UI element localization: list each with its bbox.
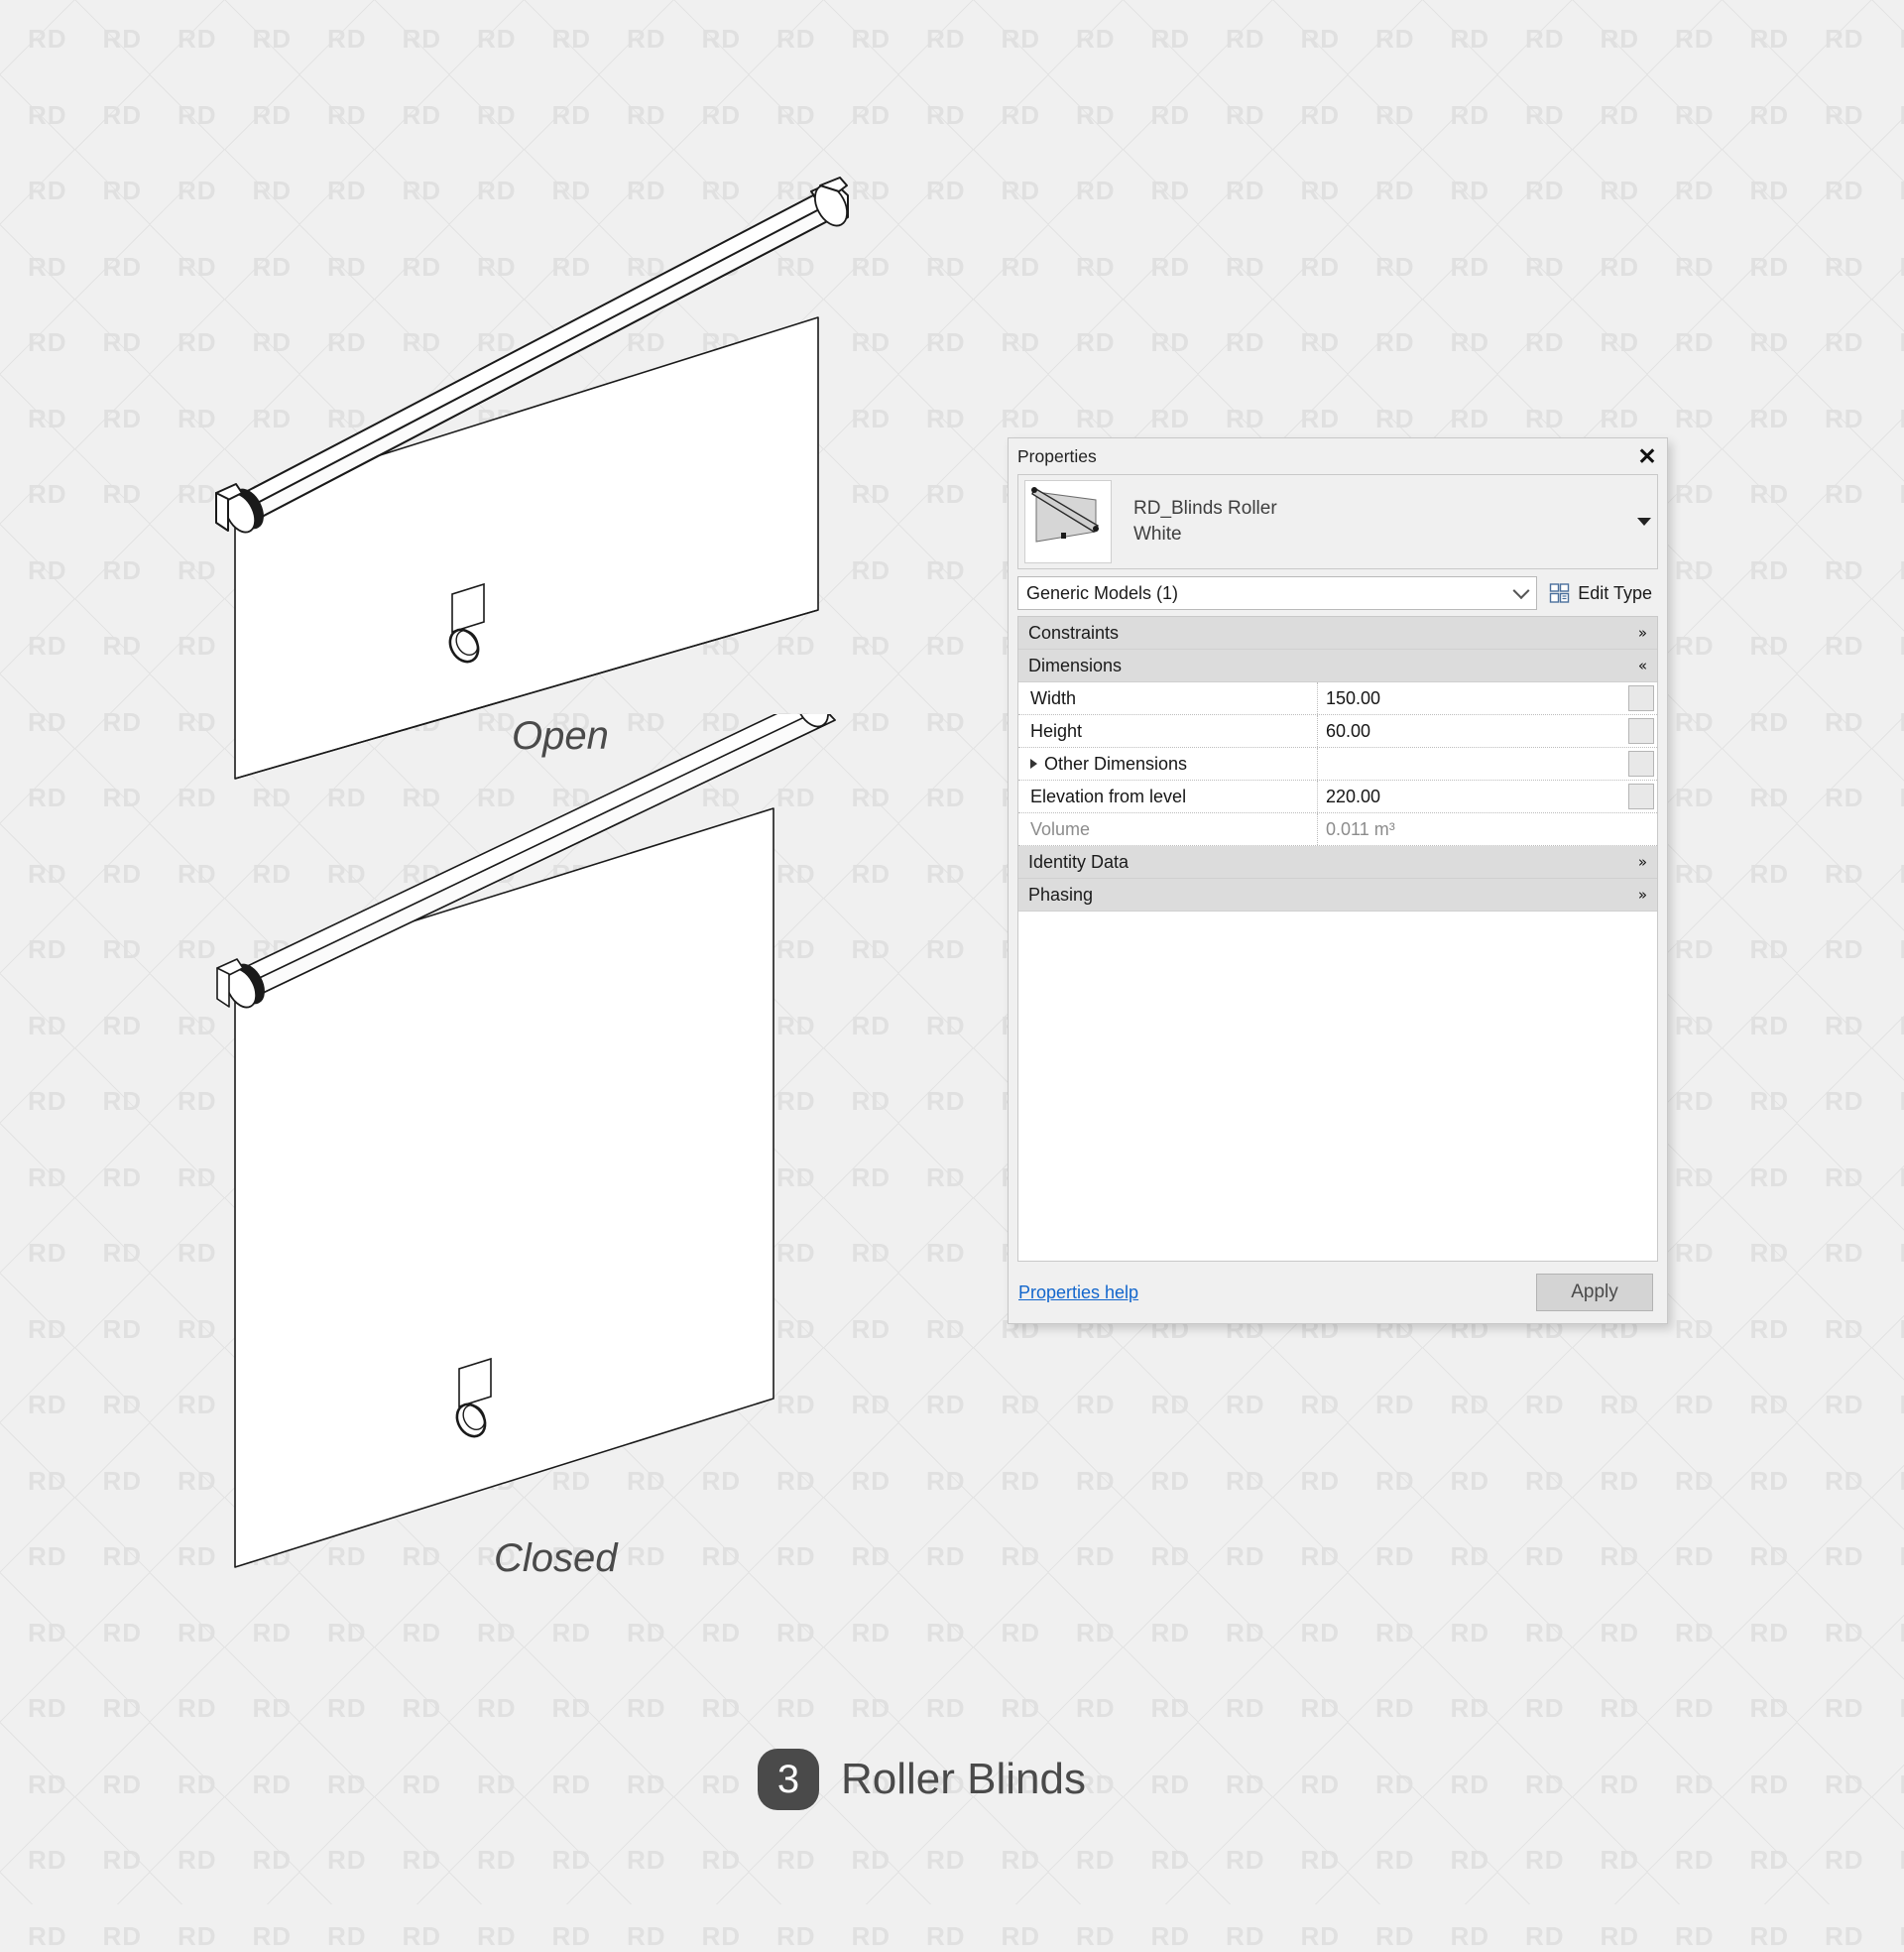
type-family-name: RD_Blinds Roller	[1133, 498, 1277, 520]
page-number-badge: 3	[758, 1749, 819, 1810]
chevron-double-down-icon: »	[1637, 852, 1647, 871]
table-row[interactable]: Width 150.00	[1018, 682, 1657, 715]
category-select-value: Generic Models (1)	[1026, 582, 1179, 603]
type-name-block: RD_Blinds Roller White	[1133, 496, 1631, 547]
type-variant-name: White	[1133, 524, 1182, 545]
param-label: Other Dimensions	[1044, 753, 1188, 774]
apply-button[interactable]: Apply	[1536, 1274, 1653, 1311]
param-value-input[interactable]	[1318, 748, 1628, 780]
category-select[interactable]: Generic Models (1)	[1017, 576, 1538, 610]
param-associate-button[interactable]	[1628, 718, 1654, 744]
section-header-identity-data[interactable]: Identity Data »	[1018, 846, 1657, 879]
properties-title: Properties	[1017, 445, 1097, 466]
edit-type-button[interactable]: Edit Type	[1537, 576, 1658, 610]
table-row[interactable]: Elevation from level 220.00	[1018, 781, 1657, 813]
chevron-double-down-icon: »	[1637, 623, 1647, 642]
type-dropdown-arrow-icon[interactable]	[1631, 475, 1657, 568]
section-label-identity-data: Identity Data	[1028, 851, 1130, 872]
properties-titlebar: Properties ✕	[1009, 438, 1667, 474]
param-associate-button[interactable]	[1628, 685, 1654, 711]
triangle-right-icon	[1030, 759, 1037, 769]
roller-blind-closed-illustration	[216, 714, 836, 1568]
properties-palette: Properties ✕ RD_Blinds Roller White Gene…	[1008, 437, 1668, 1324]
section-label-dimensions: Dimensions	[1028, 655, 1123, 675]
properties-help-link[interactable]: Properties help	[1018, 1282, 1138, 1303]
chevron-double-up-icon: «	[1637, 656, 1647, 674]
close-icon[interactable]: ✕	[1633, 442, 1661, 470]
edit-type-label: Edit Type	[1578, 582, 1652, 603]
section-label-constraints: Constraints	[1028, 622, 1120, 643]
chevron-down-icon	[1512, 582, 1530, 600]
properties-footer: Properties help Apply	[1009, 1262, 1667, 1323]
param-button-placeholder	[1628, 816, 1654, 842]
param-value-input[interactable]: 220.00	[1318, 781, 1628, 812]
param-value-input[interactable]: 60.00	[1318, 715, 1628, 747]
parameters-area: Constraints » Dimensions « Width 150.00 …	[1017, 616, 1658, 1262]
type-preview-selector[interactable]: RD_Blinds Roller White	[1017, 474, 1658, 569]
section-header-dimensions[interactable]: Dimensions «	[1018, 650, 1657, 682]
param-value-input[interactable]: 150.00	[1318, 682, 1628, 714]
section-header-phasing[interactable]: Phasing »	[1018, 879, 1657, 912]
param-associate-button[interactable]	[1628, 784, 1654, 809]
page-title-block: 3 Roller Blinds	[758, 1749, 1086, 1810]
edit-type-icon	[1550, 583, 1570, 603]
roller-blind-thumbnail-icon	[1031, 486, 1099, 543]
table-row[interactable]: Other Dimensions	[1018, 748, 1657, 781]
view-label-closed: Closed	[494, 1536, 618, 1580]
param-group-toggle[interactable]: Other Dimensions	[1018, 748, 1318, 780]
section-header-constraints[interactable]: Constraints »	[1018, 617, 1657, 650]
table-row: Volume 0.011 m³	[1018, 813, 1657, 846]
param-label: Volume	[1018, 813, 1318, 845]
roller-blind-open-illustration	[215, 177, 849, 780]
chevron-double-down-icon: »	[1637, 885, 1647, 904]
param-label: Height	[1018, 715, 1318, 747]
param-associate-button[interactable]	[1628, 751, 1654, 777]
parameters-empty-space	[1018, 912, 1657, 1261]
table-row[interactable]: Height 60.00	[1018, 715, 1657, 748]
category-selector-row: Generic Models (1) Edit Type	[1017, 576, 1658, 610]
param-value-readonly: 0.011 m³	[1326, 818, 1395, 839]
page-title: Roller Blinds	[841, 1755, 1086, 1803]
section-label-phasing: Phasing	[1028, 884, 1094, 905]
param-label: Width	[1018, 682, 1318, 714]
type-thumbnail	[1024, 480, 1112, 563]
param-label: Elevation from level	[1018, 781, 1318, 812]
